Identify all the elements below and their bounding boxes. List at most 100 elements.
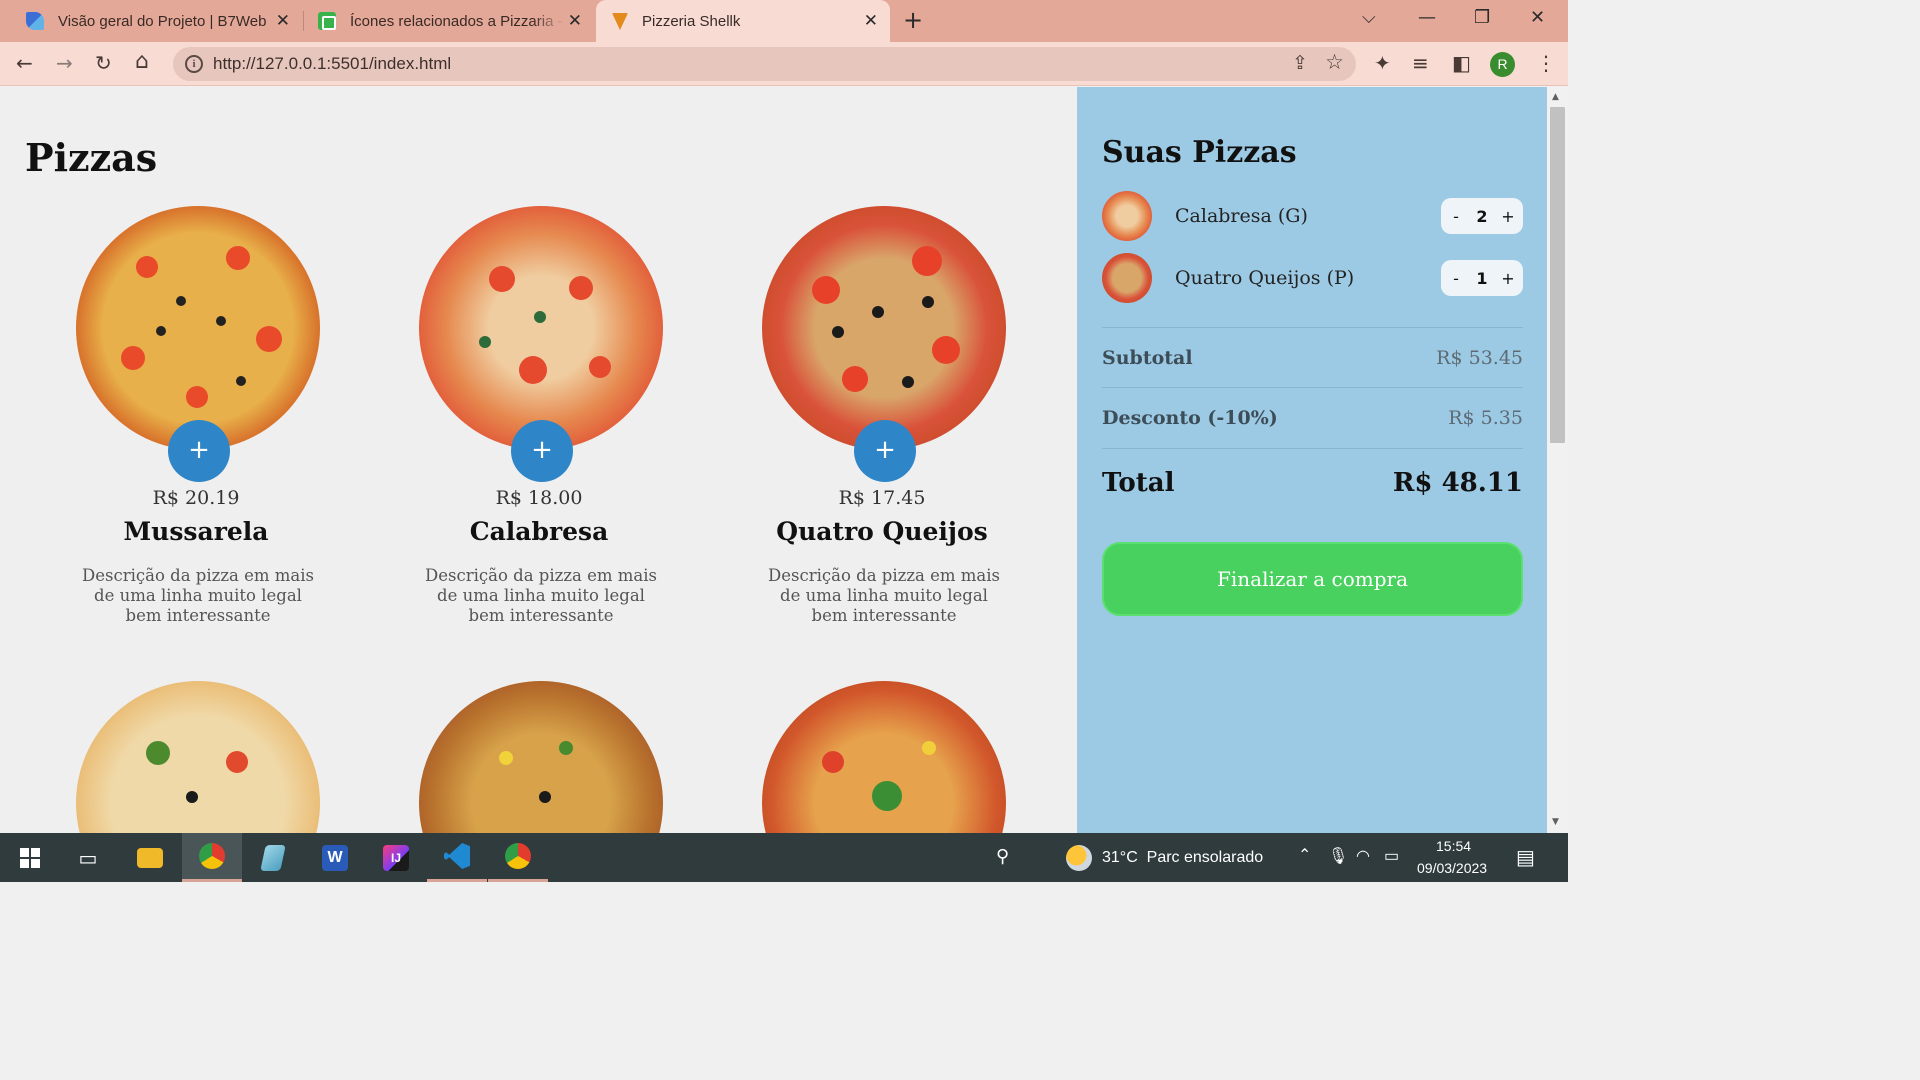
- tab-b7web[interactable]: Visão geral do Projeto | B7Web ✕: [12, 0, 302, 42]
- task-view-icon: ▭: [78, 845, 98, 870]
- pizza-image[interactable]: [419, 206, 663, 450]
- address-bar[interactable]: i http://127.0.0.1:5501/index.html ⇪ ☆: [173, 47, 1356, 81]
- people-icon[interactable]: ⚲: [996, 846, 1009, 867]
- minimize-icon[interactable]: —: [1418, 7, 1436, 28]
- clock-time[interactable]: 15:54: [1436, 838, 1471, 854]
- close-window-icon[interactable]: ✕: [1530, 7, 1545, 28]
- battery-icon[interactable]: ▭: [1384, 846, 1399, 866]
- pizza-card-mussarela: + R$ 20.19 Mussarela Descrição da pizza …: [36, 206, 356, 626]
- tab-icones[interactable]: Ícones relacionados a Pizzaria - B ✕: [304, 0, 594, 42]
- weather-icon[interactable]: [1066, 845, 1092, 871]
- scroll-down-icon[interactable]: ▼: [1552, 817, 1559, 827]
- increase-button[interactable]: +: [1493, 269, 1523, 288]
- checkout-button[interactable]: Finalizar a compra: [1102, 542, 1523, 616]
- pizza-image[interactable]: [762, 206, 1006, 450]
- tab-title: Ícones relacionados a Pizzaria - B: [350, 12, 565, 30]
- pizza-image[interactable]: [762, 681, 1006, 833]
- pizza-price: R$ 20.19: [152, 487, 240, 509]
- app-icon: [260, 844, 286, 871]
- intellij-button[interactable]: IJ: [366, 833, 426, 882]
- add-pizza-button[interactable]: +: [511, 420, 573, 482]
- start-button[interactable]: [0, 833, 60, 882]
- home-icon[interactable]: ⌂: [135, 49, 149, 74]
- tab-search-chevron-icon[interactable]: ⌵: [1362, 7, 1376, 28]
- decrease-button[interactable]: -: [1441, 207, 1471, 226]
- notifications-icon[interactable]: ▤: [1516, 845, 1535, 870]
- pizza-description: Descrição da pizza em mais de uma linha …: [768, 566, 1000, 625]
- divider: [1102, 327, 1523, 328]
- pizza-name: Calabresa: [469, 517, 609, 546]
- pizza-card: [379, 681, 699, 833]
- pizza-favicon-icon: [612, 12, 628, 30]
- discount-row: Desconto (-10%) R$ 5.35: [1102, 403, 1523, 433]
- decrease-button[interactable]: -: [1441, 269, 1471, 288]
- tab-title: Pizzeria Shellk: [642, 12, 741, 30]
- tab-pizzeria[interactable]: Pizzeria Shellk ✕: [596, 0, 890, 42]
- add-pizza-button[interactable]: +: [854, 420, 916, 482]
- close-tab-icon[interactable]: ✕: [568, 11, 582, 31]
- scroll-thumb[interactable]: [1550, 107, 1565, 443]
- chrome-icon: [199, 843, 225, 869]
- menu-kebab-icon[interactable]: ⋮: [1536, 51, 1556, 75]
- restore-icon[interactable]: ❐: [1474, 7, 1490, 28]
- profile-avatar[interactable]: R: [1490, 52, 1515, 77]
- cart-title: Suas Pizzas: [1102, 135, 1297, 170]
- pizza-name: Quatro Queijos: [776, 517, 988, 546]
- discount-label: Desconto (-10%): [1102, 407, 1278, 429]
- subtotal-value: R$ 53.45: [1436, 347, 1523, 369]
- pizza-name: Mussarela: [123, 517, 269, 546]
- tab-strip: Visão geral do Projeto | B7Web ✕ Ícones …: [0, 0, 1568, 42]
- quantity-stepper: - 1 +: [1441, 260, 1523, 296]
- pizza-image[interactable]: [419, 681, 663, 833]
- close-tab-icon[interactable]: ✕: [864, 11, 878, 31]
- vscode-button[interactable]: [427, 833, 487, 882]
- reload-icon[interactable]: ↻: [95, 51, 112, 75]
- media-queue-icon[interactable]: ≡: [1412, 51, 1429, 75]
- page-title: Pizzas: [25, 135, 158, 180]
- side-panel-icon[interactable]: ◧: [1452, 51, 1471, 75]
- pizza-image[interactable]: [76, 681, 320, 833]
- new-tab-icon[interactable]: +: [903, 6, 923, 34]
- site-info-icon[interactable]: i: [185, 55, 203, 73]
- task-view-button[interactable]: ▭: [58, 833, 118, 882]
- file-explorer-button[interactable]: [120, 833, 180, 882]
- pizza-card: [36, 681, 356, 833]
- cart-item-image: [1102, 191, 1152, 241]
- url-text[interactable]: http://127.0.0.1:5501/index.html: [213, 54, 451, 74]
- wifi-icon[interactable]: ◠: [1356, 846, 1370, 866]
- cart-item-name: Quatro Queijos (P): [1175, 267, 1355, 289]
- total-value: R$ 48.11: [1392, 468, 1523, 498]
- scroll-up-icon[interactable]: ▲: [1552, 92, 1559, 102]
- add-pizza-button[interactable]: +: [168, 420, 230, 482]
- weather-text[interactable]: 31°C Parc ensolarado: [1102, 849, 1263, 867]
- cart-item-image: [1102, 253, 1152, 303]
- app-button[interactable]: [243, 833, 303, 882]
- word-button[interactable]: W: [305, 833, 365, 882]
- chrome-profile-button[interactable]: [488, 833, 548, 882]
- extensions-icon[interactable]: ✦: [1374, 51, 1391, 75]
- share-icon[interactable]: ⇪: [1292, 52, 1308, 74]
- close-tab-icon[interactable]: ✕: [276, 11, 290, 31]
- b7web-icon: [26, 12, 44, 30]
- chevron-up-icon[interactable]: ⌃: [1298, 845, 1311, 865]
- subtotal-label: Subtotal: [1102, 347, 1193, 369]
- increase-button[interactable]: +: [1493, 207, 1523, 226]
- chrome-taskbar-button[interactable]: [182, 833, 242, 882]
- cart-item: Quatro Queijos (P) - 1 +: [1102, 253, 1523, 303]
- vscode-icon: [444, 843, 470, 869]
- back-icon[interactable]: ←: [16, 51, 33, 75]
- forward-icon[interactable]: →: [56, 51, 73, 75]
- page-scrollbar[interactable]: ▲ ▼: [1547, 87, 1568, 833]
- chrome-icon: [505, 843, 531, 869]
- pizza-price: R$ 17.45: [838, 487, 926, 509]
- browser-toolbar: ← → ↻ ⌂ i http://127.0.0.1:5501/index.ht…: [0, 42, 1568, 86]
- bookmark-star-icon[interactable]: ☆: [1325, 50, 1344, 74]
- folder-icon: [137, 847, 163, 868]
- clock-date[interactable]: 09/03/2023: [1417, 860, 1487, 876]
- pizza-price: R$ 18.00: [495, 487, 583, 509]
- pizza-list-area: Pizzas + R$ 20.19 Mussarela Descrição da…: [0, 87, 1077, 833]
- pizza-image[interactable]: [76, 206, 320, 450]
- flaticon-icon: [318, 12, 336, 30]
- divider: [1102, 448, 1523, 449]
- microphone-icon[interactable]: 🎙︎: [1328, 846, 1348, 866]
